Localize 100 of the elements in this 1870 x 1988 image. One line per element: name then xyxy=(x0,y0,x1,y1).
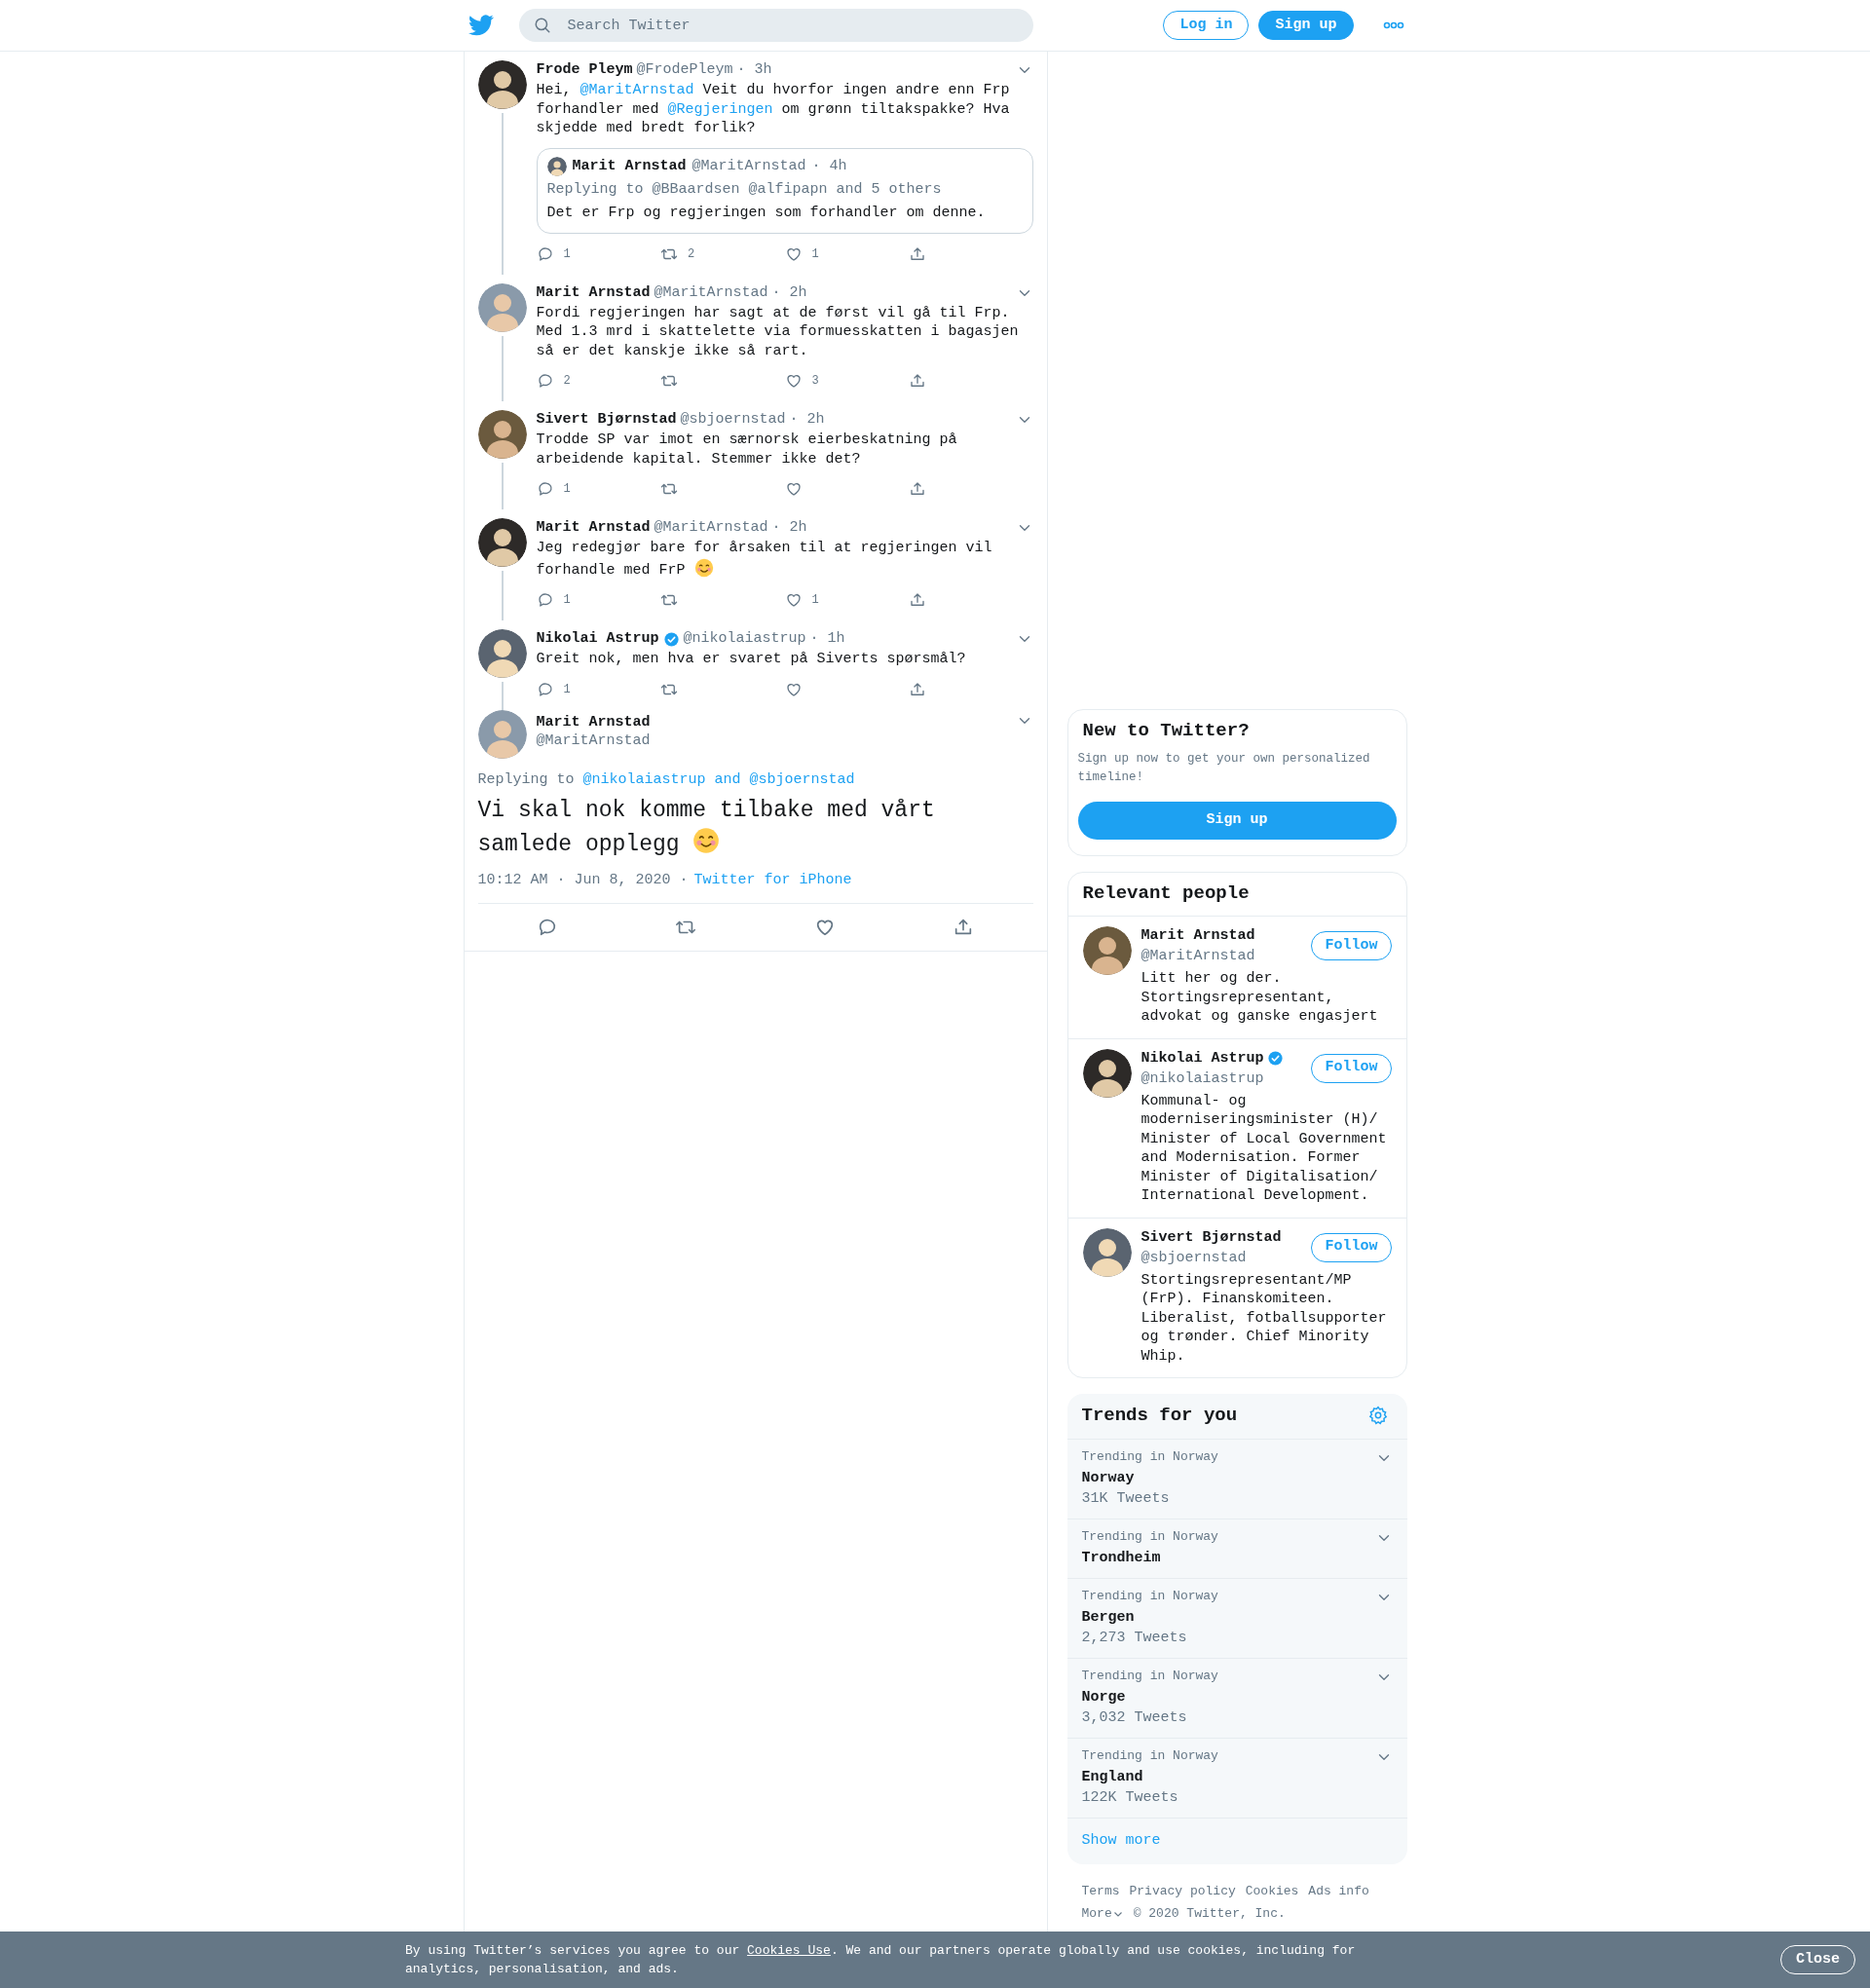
tweet-time: · 4h xyxy=(811,156,847,176)
share-icon[interactable] xyxy=(909,244,926,263)
sign-up-button[interactable]: Sign up xyxy=(1077,802,1397,840)
author-handle: @MaritArnstad xyxy=(692,156,806,176)
copyright-text: © 2020 Twitter, Inc. xyxy=(1133,1905,1286,1923)
avatar-icon xyxy=(1082,1227,1132,1277)
tweet-text: Trodde SP var imot en særnorsk eierbeskatning på arbeidende kapital. Stemmer ikke det? xyxy=(536,431,958,469)
action-count: 1 xyxy=(563,681,571,698)
author-handle[interactable]: @nikolaiastrup xyxy=(683,629,806,649)
trend-item[interactable]: Trending in Norway England 122K Tweets xyxy=(1066,1739,1407,1819)
author-handle[interactable]: @MaritArnstad xyxy=(654,282,768,303)
avatar-icon xyxy=(477,410,527,459)
mention-link[interactable]: @Regjeringen xyxy=(667,100,773,118)
tweet-count: 3,032 Tweets xyxy=(1081,1708,1188,1728)
author-name[interactable]: Marit Arnstad xyxy=(536,282,651,303)
avatar-icon xyxy=(1082,926,1132,975)
footer-link[interactable]: Cookies xyxy=(1245,1880,1299,1902)
share-icon[interactable] xyxy=(909,372,926,390)
cookie-text: By using Twitter’s services you agree to our Cookies Use. We and our partners operate globally and use cookies, including for analytics, personalisation, and ads. xyxy=(405,1942,1357,1978)
author-name[interactable]: Marit Arnstad xyxy=(536,518,651,538)
person-handle[interactable]: @sbjoernstad xyxy=(1141,1248,1282,1268)
tweet-timestamp: 10:12 AM · Jun 8, 2020 · xyxy=(477,870,689,890)
settings-icon[interactable] xyxy=(1367,1406,1388,1425)
tweet-text: Greit nok, men hva er svaret på Siverts spørsmål? xyxy=(536,650,967,669)
heart-icon[interactable] xyxy=(784,591,803,609)
action-count: 1 xyxy=(811,245,819,263)
tweet-time[interactable]: · 1h xyxy=(809,629,845,649)
action-count: 1 xyxy=(563,245,571,263)
trend-context: Trending in Norway xyxy=(1081,1748,1218,1764)
mention-link[interactable]: @MaritArnstad xyxy=(580,82,694,98)
author-handle[interactable]: @MaritArnstad xyxy=(536,731,651,751)
author-handle[interactable]: @FrodePleym xyxy=(636,60,733,80)
cookies-use-link[interactable]: Cookies Use xyxy=(747,1943,831,1958)
share-icon[interactable] xyxy=(909,680,926,698)
trend-item[interactable]: Trending in Norway Bergen 2,273 Tweets xyxy=(1066,1579,1407,1659)
reply-icon[interactable] xyxy=(536,680,554,698)
author-name[interactable]: Marit Arnstad xyxy=(536,712,651,731)
show-more-link[interactable]: Show more xyxy=(1066,1819,1407,1864)
tweet-count: 122K Tweets xyxy=(1081,1788,1179,1808)
tweet-time[interactable]: · 3h xyxy=(736,60,772,80)
person-handle[interactable]: @MaritArnstad xyxy=(1141,947,1255,966)
trend-context: Trending in Norway xyxy=(1081,1449,1218,1465)
action-count: 1 xyxy=(563,592,571,609)
card-title: Relevant people xyxy=(1067,873,1406,917)
log-in-button[interactable]: Log in xyxy=(1163,11,1250,40)
reply-icon[interactable] xyxy=(536,591,554,609)
reply-icon[interactable] xyxy=(536,244,554,263)
avatar-icon xyxy=(477,282,527,332)
person-bio: Stortingsrepresentant/MP (FrP). Finanskomiteen. Liberalist, fotballsupporter og trønder. Chief Minority Whip. xyxy=(1141,1270,1388,1366)
action-count: 1 xyxy=(563,481,571,498)
tweet-time[interactable]: · 2h xyxy=(789,410,825,430)
thread-line xyxy=(501,571,504,620)
author-name[interactable]: Frode Pleym xyxy=(536,60,633,80)
trend-name: England xyxy=(1081,1768,1144,1787)
author-handle[interactable]: @sbjoernstad xyxy=(680,410,786,430)
person-name[interactable]: Marit Arnstad xyxy=(1141,926,1255,946)
share-icon[interactable] xyxy=(909,591,926,609)
more-icon[interactable] xyxy=(1382,20,1404,30)
bird-icon[interactable] xyxy=(468,15,494,36)
person-handle[interactable]: @nikolaiastrup xyxy=(1141,1069,1284,1089)
thread-line xyxy=(501,335,504,401)
smiling-face-icon xyxy=(692,826,721,854)
source-link[interactable]: Twitter for iPhone xyxy=(693,870,852,890)
tweet-text: Vi skal nok komme tilbake med vårt samlede opplegg xyxy=(477,796,936,859)
trend-item[interactable]: Trending in Norway Trondheim xyxy=(1066,1519,1407,1579)
author-name[interactable]: Sivert Bjørnstad xyxy=(536,410,677,430)
card-title: Trends for you xyxy=(1081,1404,1238,1427)
author-handle[interactable]: @MaritArnstad xyxy=(654,518,768,538)
tweet-time[interactable]: · 2h xyxy=(771,518,807,538)
search-field[interactable]: Search Twitter xyxy=(518,9,1033,42)
quoted-tweet[interactable]: Marit Arnstad @MaritArnstad · 4h Replying to @BBaardsen @alfipapn and 5 others Det er Frp og regjeringen som forhandler om denne. xyxy=(536,147,1033,234)
trend-name: Norway xyxy=(1081,1469,1136,1488)
avatar-icon xyxy=(546,156,567,176)
thread-line xyxy=(501,682,504,710)
trend-name: Bergen xyxy=(1081,1608,1136,1628)
trend-item[interactable]: Trending in Norway Norge 3,032 Tweets xyxy=(1066,1659,1407,1739)
trend-name: Norge xyxy=(1081,1688,1127,1707)
footer-link[interactable]: Privacy policy xyxy=(1129,1880,1236,1902)
sign-up-button[interactable]: Sign up xyxy=(1258,11,1354,40)
smiling-face-icon xyxy=(693,557,714,578)
author-name[interactable]: Nikolai Astrup xyxy=(536,629,659,649)
more-link[interactable]: More xyxy=(1081,1902,1124,1925)
person-bio: Litt her og der. Stortingsrepresentant, advokat og ganske engasjert xyxy=(1141,969,1379,1027)
share-icon[interactable] xyxy=(909,480,926,498)
person-name[interactable]: Nikolai Astrup xyxy=(1141,1048,1264,1069)
reply-icon[interactable] xyxy=(536,372,554,390)
heart-icon[interactable] xyxy=(784,480,803,498)
reply-icon[interactable] xyxy=(536,480,554,498)
tweet-text: Fordi regjeringen har sagt at de først vil gå til Frp. Med 1.3 mrd i skattelette via formuesskatten i bagasjen så er det kanskje ikke så rart. xyxy=(536,303,1020,360)
avatar-icon xyxy=(477,629,527,678)
footer-link[interactable]: Ads info xyxy=(1308,1880,1369,1902)
mention-link[interactable]: @nikolaiastrup and @sbjoernstad xyxy=(582,770,855,788)
trend-item[interactable]: Trending in Norway Norway 31K Tweets xyxy=(1066,1440,1407,1519)
heart-icon[interactable] xyxy=(784,372,803,390)
trend-context: Trending in Norway xyxy=(1081,1589,1218,1604)
replying-to-text: Replying to @BBaardsen @alfipapn and 5 others xyxy=(546,179,943,200)
footer-link[interactable]: Terms xyxy=(1081,1880,1120,1902)
tweet-count: 2,273 Tweets xyxy=(1081,1629,1188,1648)
person-name[interactable]: Sivert Bjørnstad xyxy=(1141,1227,1282,1248)
tweet-time[interactable]: · 2h xyxy=(771,282,807,303)
